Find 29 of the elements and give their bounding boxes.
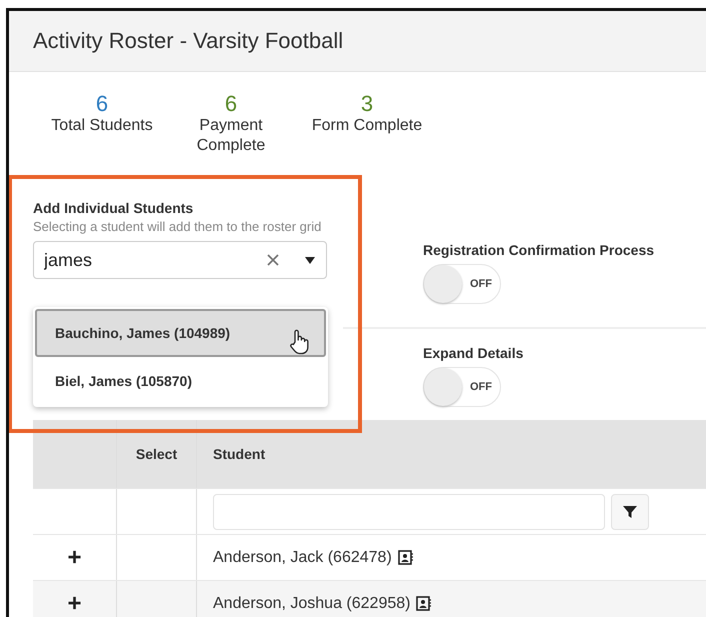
filter-field[interactable] (213, 494, 605, 530)
expand-button[interactable]: + (67, 544, 82, 572)
field-label: Add Individual Students (33, 200, 194, 216)
contact-card-icon[interactable] (398, 550, 413, 565)
window-title: Activity Roster - Varsity Football (33, 28, 344, 54)
dropdown-option[interactable]: Bauchino, James (104989) (35, 309, 326, 357)
dropdown-option[interactable]: Biel, James (105870) (35, 357, 326, 405)
caret-icon[interactable] (305, 257, 315, 264)
contact-card-icon[interactable] (416, 596, 432, 611)
stat-value: 3 (360, 92, 374, 116)
toggle-switch[interactable]: OFF (423, 367, 501, 407)
toggle-label: Expand Details (423, 345, 524, 361)
student-name[interactable]: Anderson, Joshua (622958) (213, 594, 410, 612)
stat-value: 6 (224, 92, 238, 116)
stat-value: 6 (96, 92, 108, 116)
student-name[interactable]: Anderson, Jack (662478) (213, 548, 392, 566)
stat-label: Payment Complete (196, 116, 266, 156)
expand-button[interactable]: + (67, 590, 82, 617)
filter-button[interactable] (611, 494, 649, 530)
hand-cursor-icon (289, 329, 311, 355)
toggle-switch[interactable]: OFF (423, 264, 501, 304)
stat-label: Form Complete (312, 116, 422, 136)
stat-label: Total Students (51, 116, 153, 136)
field-hint: Selecting a student will add them to the roster grid (33, 220, 322, 233)
toggle-label: Registration Confirmation Process (423, 242, 656, 258)
column-header: Select (136, 446, 178, 462)
filter-icon (623, 504, 637, 518)
clear-icon[interactable] (267, 254, 279, 266)
column-header: Student (213, 446, 266, 462)
